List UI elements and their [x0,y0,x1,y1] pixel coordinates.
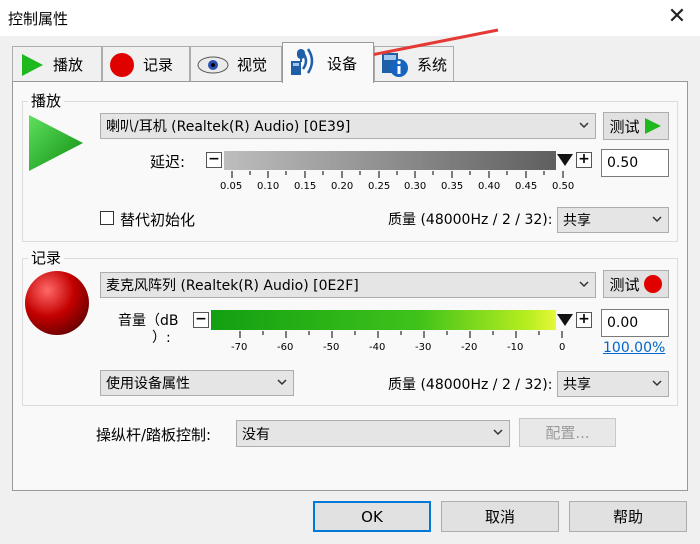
chevron-down-icon [652,216,662,223]
tab-label: 播放 [53,56,84,74]
delay-value: 0.50 [607,155,639,171]
substitute-init-checkbox[interactable] [100,211,114,225]
config-button[interactable]: 配置... [519,418,616,447]
substitute-init-label: 替代初始化 [120,211,196,229]
tick-label: -50 [323,342,340,353]
joystick-select[interactable]: 没有 [236,420,510,447]
playback-test-button[interactable]: 测试 [603,112,669,140]
play-icon [22,53,43,76]
tick-label: 0.50 [552,181,575,192]
joystick-value: 没有 [242,426,270,443]
test-label: 测试 [609,117,640,136]
record-quality-label: 质量 (48000Hz / 2 / 32): [388,377,553,393]
volume-value: 0.00 [607,315,639,331]
tab-playback[interactable]: 播放 [12,46,102,82]
tab-visual[interactable]: 视觉 [190,46,282,82]
tick-label: 0.40 [478,181,501,192]
tick-label: 0.45 [515,181,538,192]
tick-label: -40 [369,342,386,353]
device-properties-value: 使用设备属性 [106,376,190,392]
delay-slider-track[interactable] [224,151,556,170]
playback-device-value: 喇叭/耳机 (Realtek(R) Audio) [0E39] [106,119,351,135]
slider-thumb-icon[interactable] [556,153,574,167]
volume-value-field[interactable]: 0.00 [601,309,669,337]
volume-percent-link[interactable]: 100.00% [603,340,665,356]
tick-label: -20 [461,342,478,353]
chevron-down-icon [652,380,662,387]
slider-thumb-icon[interactable] [556,313,574,327]
tick-label: -10 [507,342,524,353]
tick-label: 0 [559,342,566,353]
play-icon [29,115,83,171]
delay-value-field[interactable]: 0.50 [601,149,669,177]
device-icon [291,48,314,75]
delay-ticks [231,171,564,178]
record-group-label: 记录 [28,247,65,268]
tab-record[interactable]: 记录 [102,46,190,82]
tab-device[interactable]: 设备 [282,42,374,83]
volume-decrease-button[interactable]: − [193,312,209,328]
record-device-select[interactable]: 麦克风阵列 (Realtek(R) Audio) [0E2F] [100,272,596,298]
volume-label-line2: ）: [152,330,171,346]
playback-quality-label: 质量 (48000Hz / 2 / 32): [388,212,553,228]
tab-label: 视觉 [237,56,268,74]
tick-label: -60 [277,342,294,353]
tick-label: 0.05 [220,181,243,192]
chevron-down-icon [579,281,589,288]
tick-label: 0.15 [294,181,317,192]
volume-increase-button[interactable]: + [576,312,592,328]
close-button[interactable]: ✕ [662,2,692,32]
tick-label: -30 [415,342,432,353]
delay-label: 延迟: [150,153,186,171]
chevron-down-icon [277,379,287,386]
record-icon [110,52,134,77]
play-icon [644,118,661,134]
chevron-down-icon [579,122,589,129]
record-quality-value: 共享 [563,377,591,393]
delay-decrease-button[interactable]: − [206,152,222,168]
tick-label: 0.25 [368,181,391,192]
chevron-down-icon [493,429,503,436]
playback-quality-value: 共享 [563,213,591,229]
record-test-button[interactable]: 测试 [603,270,669,298]
volume-ticks [239,331,563,338]
ok-button[interactable]: OK [313,501,431,532]
cancel-button[interactable]: 取消 [441,501,559,532]
record-icon [25,271,89,335]
help-button[interactable]: 帮助 [569,501,687,532]
window-title: 控制属性 [8,10,69,28]
record-icon [643,275,662,293]
volume-slider-track[interactable] [211,310,556,330]
record-quality-select[interactable]: 共享 [557,371,669,397]
eye-icon [197,56,229,73]
playback-device-select[interactable]: 喇叭/耳机 (Realtek(R) Audio) [0E39] [100,113,596,139]
tick-label: -70 [231,342,248,353]
joystick-label: 操纵杆/踏板控制: [96,426,212,444]
delay-increase-button[interactable]: + [576,152,592,168]
tick-label: 0.10 [257,181,280,192]
test-label: 测试 [609,275,640,294]
tick-label: 0.20 [331,181,354,192]
tab-label: 记录 [143,56,174,74]
tab-bar: 播放 记录 视觉 设备 系统 [12,42,688,83]
device-properties-select[interactable]: 使用设备属性 [100,370,294,396]
playback-group-label: 播放 [28,90,65,111]
tick-label: 0.30 [404,181,427,192]
tick-label: 0.35 [441,181,464,192]
playback-quality-select[interactable]: 共享 [557,207,669,233]
record-device-value: 麦克风阵列 (Realtek(R) Audio) [0E2F] [106,278,359,294]
tab-label: 设备 [327,54,358,73]
